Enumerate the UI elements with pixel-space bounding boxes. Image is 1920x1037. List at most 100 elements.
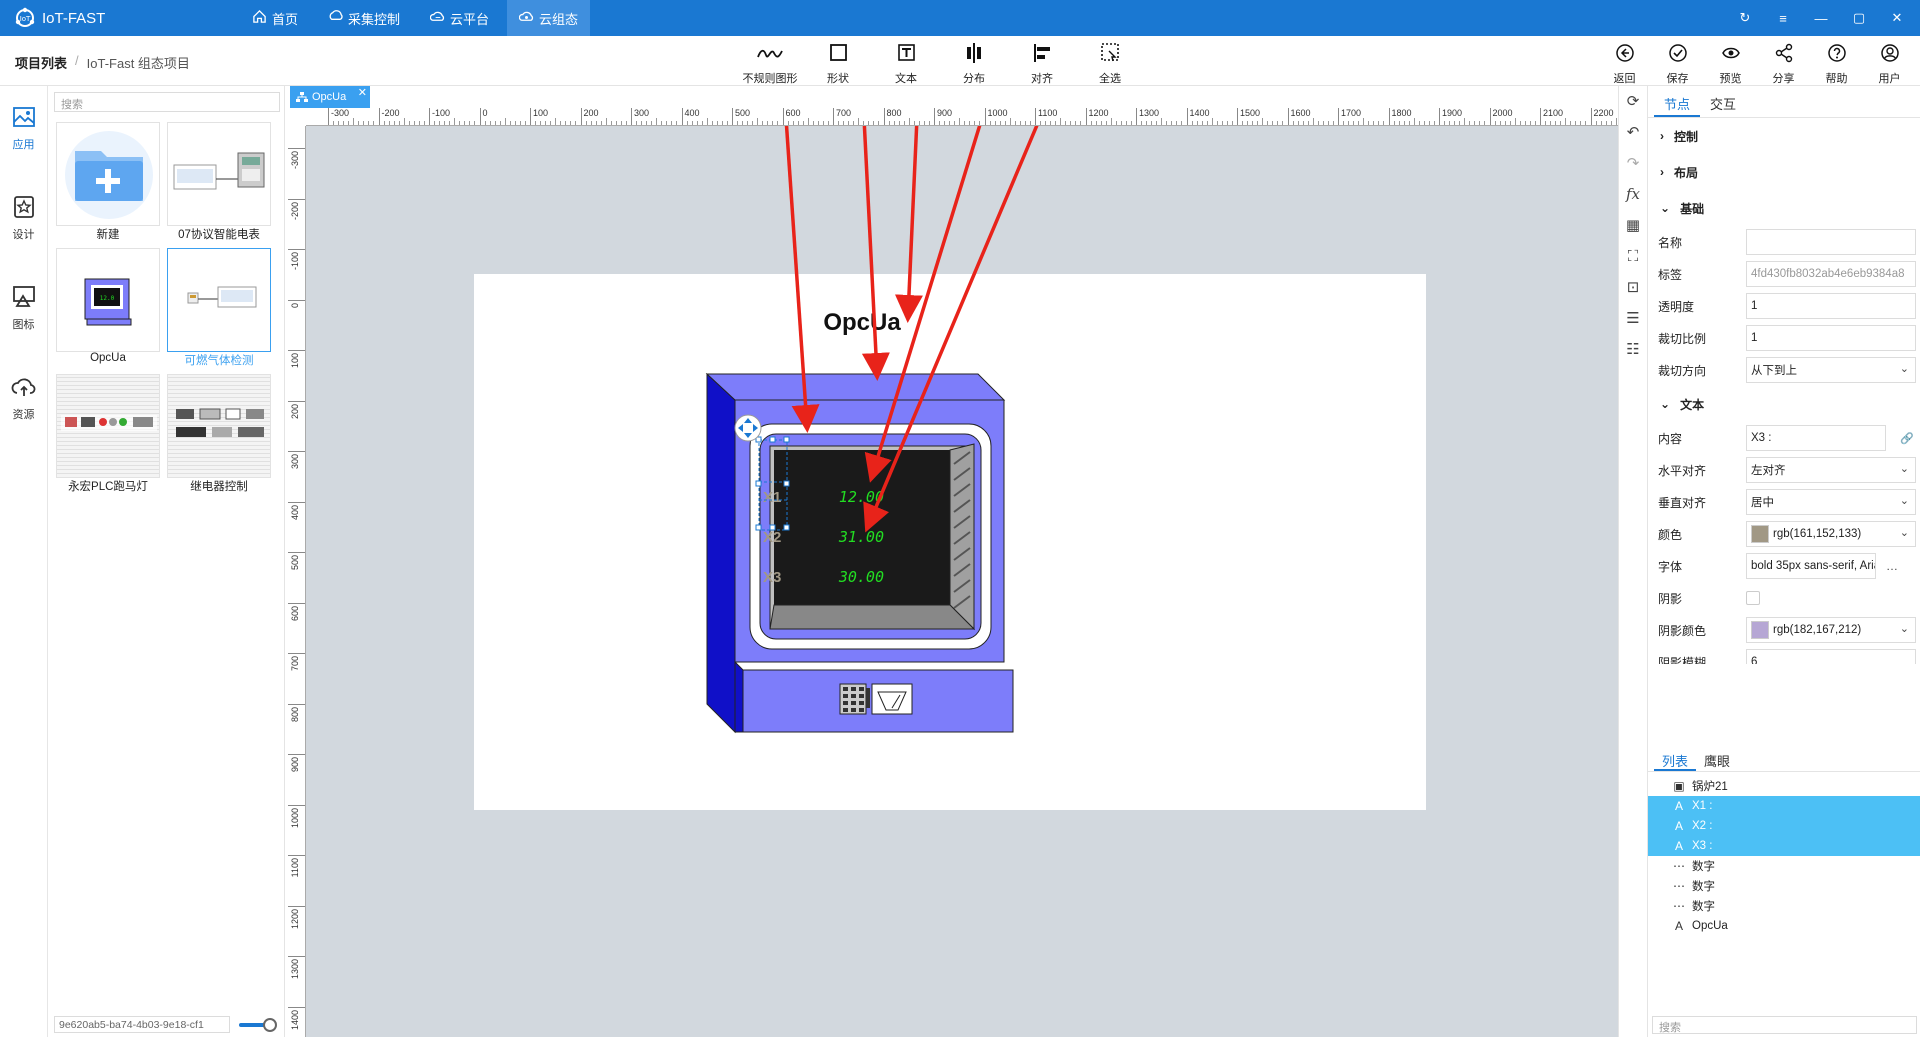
ruler-minor-tick bbox=[1529, 121, 1531, 125]
value-x3[interactable]: 30.00 bbox=[838, 568, 884, 586]
tool-square[interactable]: 形状 bbox=[804, 41, 872, 86]
tab-node[interactable]: 节点 bbox=[1654, 86, 1701, 117]
tab-interaction[interactable]: 交互 bbox=[1700, 86, 1746, 117]
layers-search-input[interactable]: 搜索 bbox=[1652, 1016, 1917, 1034]
shadow-checkbox[interactable] bbox=[1746, 591, 1760, 605]
tool-distribute[interactable]: 分布 bbox=[940, 41, 1008, 86]
nav-item-1[interactable]: 采集控制 bbox=[316, 0, 412, 36]
prop-select[interactable]: rgb(161,152,133) ⌄ bbox=[1746, 521, 1916, 547]
prop-select[interactable]: rgb(182,167,212) ⌄ bbox=[1746, 617, 1916, 643]
share-button[interactable]: 分享 bbox=[1757, 41, 1810, 86]
prop-input[interactable] bbox=[1746, 229, 1916, 255]
value-x1[interactable]: 12.00 bbox=[839, 488, 884, 506]
label-x2[interactable]: X2 bbox=[763, 529, 781, 546]
undo-icon[interactable]: ↶ bbox=[1619, 117, 1647, 148]
library-item-meter[interactable]: 07协议智能电表 bbox=[167, 122, 271, 242]
list-outdent-icon[interactable]: ☷ bbox=[1619, 334, 1647, 365]
layer-item[interactable]: ▣ 锅炉21 bbox=[1648, 776, 1920, 796]
section-text[interactable]: ⌄ 文本 bbox=[1648, 386, 1920, 422]
tool-align[interactable]: 对齐 bbox=[1008, 41, 1076, 86]
library-item-relay[interactable]: 继电器控制 bbox=[167, 374, 271, 494]
section-layout[interactable]: › 布局 bbox=[1648, 154, 1920, 190]
project-id-field[interactable]: 9e620ab5-ba74-4b03-9e18-cf1 bbox=[54, 1016, 230, 1033]
redo-icon[interactable]: ↷ bbox=[1619, 148, 1647, 179]
prop-select[interactable]: 从下到上 ⌄ bbox=[1746, 357, 1916, 383]
tool-wave[interactable]: 不规则图形 bbox=[736, 41, 804, 86]
prop-input[interactable]: 1 bbox=[1746, 293, 1916, 319]
prop-select[interactable]: 左对齐 ⌄ bbox=[1746, 457, 1916, 483]
prop-input[interactable]: 6 bbox=[1746, 649, 1916, 664]
capture-icon[interactable]: ⊡ bbox=[1619, 272, 1647, 303]
nav-item-2[interactable]: 云平台 bbox=[418, 0, 501, 36]
section-basic[interactable]: ⌄ 基础 bbox=[1648, 190, 1920, 226]
grid-icon[interactable]: ▦ bbox=[1619, 210, 1647, 241]
link-icon[interactable]: 🔗 bbox=[1900, 432, 1914, 445]
library-search-input[interactable]: 搜索 bbox=[54, 92, 280, 112]
zoom-slider[interactable] bbox=[239, 1018, 277, 1032]
app-logo[interactable]: IoT IoT-FAST bbox=[14, 7, 105, 29]
function-icon[interactable]: fx bbox=[1619, 179, 1647, 210]
tab-eagle-eye[interactable]: 鹰眼 bbox=[1696, 746, 1738, 771]
user-button[interactable]: 用户 bbox=[1863, 41, 1916, 86]
layer-item[interactable]: A OpcUa bbox=[1648, 916, 1920, 936]
library-item-gas[interactable]: 可燃气体检测 bbox=[167, 248, 271, 368]
x-labels[interactable]: X1 X2 X3 bbox=[763, 489, 781, 586]
tab-list[interactable]: 列表 bbox=[1654, 746, 1697, 771]
design-canvas[interactable]: OpcUa 12.00 31.00 30.00 X1 X2 X3 bbox=[306, 126, 1618, 1037]
label-x1[interactable]: X1 bbox=[763, 489, 781, 506]
prop-input[interactable]: 1 bbox=[1746, 325, 1916, 351]
refresh-icon[interactable]: ↻ bbox=[1736, 10, 1754, 26]
leftnav-item-2[interactable]: 图标 bbox=[0, 284, 47, 356]
tool-select-all[interactable]: 全选 bbox=[1076, 41, 1144, 86]
fit-screen-icon[interactable]: ⛶ bbox=[1619, 241, 1647, 272]
move-handle-icon[interactable] bbox=[734, 414, 762, 442]
nav-item-0[interactable]: 首页 bbox=[240, 0, 310, 36]
layer-item[interactable]: A X3 : bbox=[1648, 836, 1920, 856]
minimize-icon[interactable]: — bbox=[1812, 11, 1830, 26]
tab-close-icon[interactable]: ✕ bbox=[358, 86, 367, 99]
ruler-minor-tick bbox=[1115, 121, 1117, 125]
value-x2[interactable]: 31.00 bbox=[838, 528, 884, 546]
ruler-minor-tick bbox=[676, 121, 678, 125]
tab-opcua[interactable]: OpcUa ✕ bbox=[290, 86, 370, 108]
prop-row: 阴影模糊 6 bbox=[1648, 646, 1920, 664]
tool-text[interactable]: 文本 bbox=[872, 41, 940, 86]
maximize-icon[interactable]: ▢ bbox=[1850, 10, 1868, 26]
library-item-new[interactable]: 新建 bbox=[56, 122, 160, 242]
more-icon[interactable]: … bbox=[1886, 559, 1898, 573]
layer-item[interactable]: ⋯ 数字 bbox=[1648, 876, 1920, 896]
breadcrumb-root[interactable]: 项目列表 bbox=[15, 53, 67, 72]
prop-input[interactable]: bold 35px sans-serif, Arial bbox=[1746, 553, 1876, 579]
prop-input[interactable]: 4fd430fb8032ab4e6eb9384a8 bbox=[1746, 261, 1916, 287]
close-icon[interactable]: ✕ bbox=[1888, 10, 1906, 26]
prop-select[interactable]: 居中 ⌄ bbox=[1746, 489, 1916, 515]
leftnav-item-0[interactable]: 应用 bbox=[0, 104, 47, 176]
slider-handle[interactable] bbox=[263, 1018, 277, 1032]
layer-item[interactable]: ⋯ 数字 bbox=[1648, 856, 1920, 876]
library-item-opcua[interactable]: 12.0 OpcUa bbox=[56, 248, 160, 368]
label-x3[interactable]: X3 bbox=[763, 569, 781, 586]
prop-input[interactable]: X3 : bbox=[1746, 425, 1886, 451]
ruler-tick: -300 bbox=[288, 148, 305, 169]
leftnav-item-3[interactable]: 资源 bbox=[0, 374, 47, 446]
layer-item[interactable]: ⋯ 数字 bbox=[1648, 896, 1920, 916]
canvas-page[interactable]: OpcUa 12.00 31.00 30.00 X1 X2 X3 bbox=[474, 274, 1426, 810]
layer-item[interactable]: A X1 : bbox=[1648, 796, 1920, 816]
back-button[interactable]: 返回 bbox=[1598, 41, 1651, 86]
section-control[interactable]: › 控制 bbox=[1648, 118, 1920, 154]
value-labels[interactable]: 12.00 31.00 30.00 bbox=[838, 488, 884, 586]
home-icon bbox=[252, 9, 267, 27]
nav-item-3[interactable]: 云组态 bbox=[507, 0, 591, 36]
library-item-plc[interactable]: 永宏PLC跑马灯 bbox=[56, 374, 160, 494]
scene-title-text[interactable]: OpcUa bbox=[823, 309, 901, 336]
layer-item[interactable]: A X2 : bbox=[1648, 816, 1920, 836]
ruler-minor-tick bbox=[706, 118, 708, 125]
refresh-icon[interactable]: ⟳ bbox=[1619, 86, 1647, 117]
save-button[interactable]: 保存 bbox=[1651, 41, 1704, 86]
list-indent-icon[interactable]: ☰ bbox=[1619, 303, 1647, 334]
help-button[interactable]: 帮助 bbox=[1810, 41, 1863, 86]
ruler-minor-tick bbox=[625, 121, 627, 125]
leftnav-item-1[interactable]: 设计 bbox=[0, 194, 47, 266]
menu-icon[interactable]: ≡ bbox=[1774, 11, 1792, 26]
eye-button[interactable]: 预览 bbox=[1704, 41, 1757, 86]
